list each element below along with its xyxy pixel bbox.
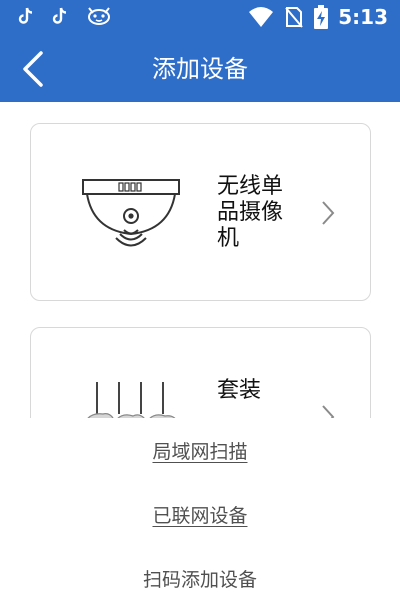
device-card-label: 无线单品摄像机	[217, 174, 284, 251]
device-card-wireless-camera[interactable]: 无线单品摄像机	[30, 123, 371, 301]
app-bar: 添加设备	[0, 36, 400, 102]
nvr-kit-icon	[87, 382, 176, 418]
tiktok-icon	[52, 7, 67, 24]
chevron-left-icon	[23, 51, 43, 87]
back-button[interactable]	[10, 46, 56, 92]
device-card-label: 套装	[217, 378, 262, 403]
tiktok-icon	[18, 7, 33, 24]
add-method-sheet: 局域网扫描 已联网设备 扫码添加设备	[0, 418, 400, 600]
system-icons: 5:13	[248, 4, 388, 30]
networked-devices-option[interactable]: 已联网设备	[0, 496, 400, 536]
networked-devices-label: 已联网设备	[152, 505, 248, 527]
scan-qr-add-option[interactable]: 扫码添加设备	[0, 560, 400, 600]
page-title: 添加设备	[152, 55, 248, 83]
wifi-icon	[249, 7, 274, 27]
cat-face-icon	[88, 7, 110, 25]
status-bar: 5:13	[0, 0, 400, 36]
lan-scan-label: 局域网扫描	[152, 441, 248, 463]
no-sim-icon	[285, 7, 304, 28]
device-type-list: 无线单品摄像机 套装	[0, 102, 400, 418]
battery-charging-icon	[314, 5, 329, 29]
dome-camera-icon	[82, 179, 180, 247]
chevron-right-icon	[322, 201, 335, 225]
lan-scan-option[interactable]: 局域网扫描	[0, 432, 400, 472]
notification-icons	[18, 6, 112, 26]
status-time: 5:13	[338, 5, 388, 29]
scan-qr-add-label: 扫码添加设备	[142, 569, 257, 591]
device-card-kit[interactable]: 套装	[30, 327, 371, 418]
chevron-right-icon	[322, 405, 335, 418]
